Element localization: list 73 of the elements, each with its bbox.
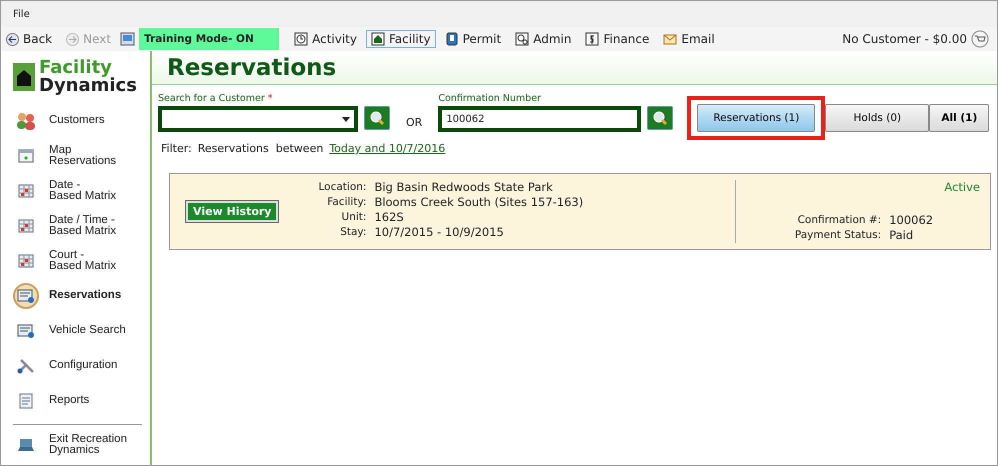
module-tab[interactable]: Email [658,30,720,48]
sidebar-item[interactable]: Court - Based Matrix [13,243,142,278]
or-label: OR [406,116,422,129]
admin-icon [515,32,530,46]
search-icon [369,110,385,126]
detail-label: Unit: [340,210,366,225]
sidebar-item[interactable]: Customers [13,103,142,138]
result-tab[interactable]: Holds (0) [825,104,930,132]
search-icon [652,110,668,126]
cart-icon [971,30,989,48]
detail-value: Big Basin Redwoods State Park [374,180,554,195]
logo-text: Dynamics [39,77,137,95]
sidebar-item[interactable]: Configuration [13,348,142,383]
customer-status: No Customer - $0.00 [842,32,967,46]
detail-value: 162S [374,210,405,225]
detail-value: 10/7/2015 - 10/9/2015 [374,225,505,240]
clock-icon [294,32,308,46]
back-button[interactable]: Back [1,30,58,48]
detail-label: Stay: [339,225,366,240]
summary-value: 100062 [889,213,934,228]
training-mode-banner: Training Mode- ON [139,28,280,50]
confirmation-field[interactable]: 100062 [438,106,642,132]
detail-label: Location: [318,180,366,195]
cart-button[interactable] [971,30,989,48]
dollar-icon [585,32,600,46]
summary-label: Confirmation #: [796,213,882,228]
back-arrow-icon [6,32,19,46]
filter-label: Filter: [161,142,192,155]
document-icon [19,392,33,408]
grid-icon [18,218,34,232]
sidebar-item[interactable]: Date - Based Matrix [13,173,142,208]
field-label: Search for a Customer * [158,93,274,104]
forward-arrow-icon [66,32,80,46]
permit-icon [444,32,459,46]
result-tab[interactable]: All (1) [929,104,990,132]
sidebar-item[interactable]: Reservations [13,278,142,313]
mail-icon [663,32,678,46]
sidebar-item[interactable]: Date / Time - Based Matrix [13,208,142,243]
field-label: Confirmation Number [438,93,542,104]
date-range-link[interactable]: Today and 10/7/2016 [329,142,446,155]
detail-label: Facility: [326,195,366,210]
result-tab[interactable]: Reservations (1) [697,104,816,132]
search-button[interactable] [364,106,390,130]
filter-text: Reservations between [198,142,324,155]
grid-icon [18,254,34,268]
sidebar-item[interactable]: Map Reservations [13,138,142,173]
sidebar-item[interactable]: Reports [13,383,142,418]
module-tab[interactable]: Admin [510,30,576,48]
sidebar-item[interactable]: Vehicle Search [13,313,142,348]
logo-text: Facility [39,59,112,77]
exit-item[interactable]: Exit Recreation Dynamics [13,427,142,462]
card-icon [17,288,35,304]
summary-value: Paid [889,228,914,243]
logo-icon [13,63,35,91]
map-icon [18,148,34,162]
detail-value: Blooms Creek South (Sites 157-163) [374,195,584,210]
laptop-icon [17,438,35,452]
view-history-button[interactable]: View History [186,201,278,222]
status-text: Active [944,180,980,194]
module-tab[interactable]: Facility [366,30,436,48]
grid-icon [18,184,34,198]
search-button[interactable] [647,106,674,130]
module-tab[interactable]: Permit [440,30,506,48]
dropdown-caret-icon [342,116,350,122]
module-tab[interactable]: Activity [289,30,362,48]
house-icon [371,32,385,46]
summary-label: Payment Status: [794,228,882,243]
customer-dropdown[interactable] [158,106,358,132]
card-icon [17,322,35,338]
people-icon [15,112,37,130]
module-tab[interactable]: Finance [580,30,654,48]
tools-icon [17,358,35,374]
menu-item[interactable]: File [13,8,30,20]
